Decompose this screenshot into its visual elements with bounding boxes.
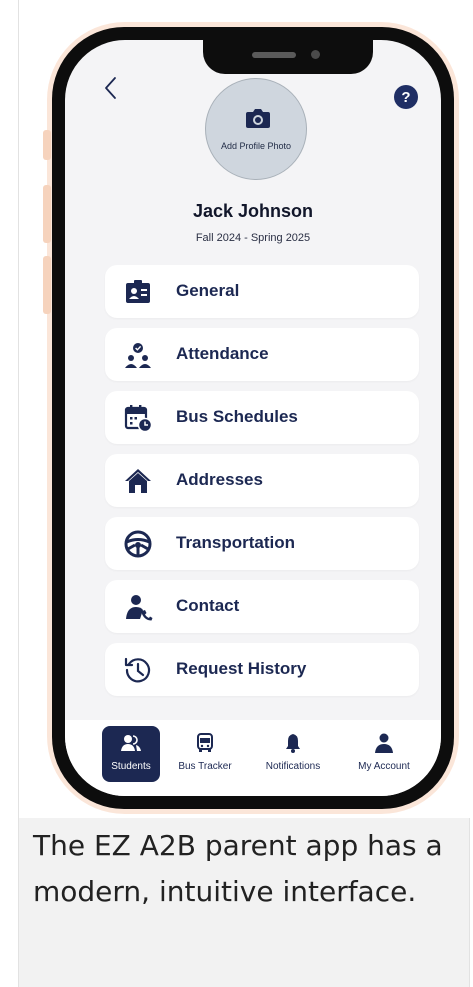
house-icon [125, 469, 151, 493]
phone-side-button [43, 130, 51, 160]
question-mark-icon: ? [401, 88, 411, 106]
menu-item-bus-schedules[interactable]: Bus Schedules [105, 391, 419, 444]
tab-label: Notifications [265, 761, 321, 772]
bottom-tab-bar: Students Bus Tracker Notifications My Ac… [65, 720, 441, 796]
figure-card: ? Add Profile Photo Jack Johnson Fall 20… [18, 0, 471, 987]
person-icon [375, 733, 393, 753]
menu-item-label: General [176, 281, 240, 300]
menu-item-general[interactable]: General [105, 265, 419, 318]
tab-label: My Account [358, 761, 410, 772]
student-name: Jack Johnson [192, 201, 314, 221]
menu-item-attendance[interactable]: Attendance [105, 328, 419, 381]
phone-notch [203, 40, 373, 74]
menu-item-transportation[interactable]: Transportation [105, 517, 419, 570]
tab-bus-tracker[interactable]: Bus Tracker [170, 726, 240, 782]
bus-icon [197, 733, 213, 752]
menu-item-label: Contact [176, 596, 240, 615]
menu-item-contact[interactable]: Contact [105, 580, 419, 633]
tab-notifications[interactable]: Notifications [251, 726, 335, 782]
menu-item-label: Attendance [176, 344, 269, 363]
tab-students[interactable]: Students [102, 726, 160, 782]
tab-label: Students [111, 761, 151, 772]
camera-icon [246, 109, 270, 128]
menu-item-addresses[interactable]: Addresses [105, 454, 419, 507]
calendar-clock-icon [124, 405, 153, 433]
students-icon [121, 735, 141, 751]
speaker-grille [252, 52, 296, 58]
menu-item-request-history[interactable]: Request History [105, 643, 419, 696]
tab-my-account[interactable]: My Account [347, 726, 421, 782]
tab-label: Bus Tracker [178, 761, 232, 772]
app-screen: ? Add Profile Photo Jack Johnson Fall 20… [65, 40, 441, 796]
front-camera [311, 50, 320, 59]
back-button[interactable] [101, 75, 123, 101]
menu-item-label: Bus Schedules [176, 407, 298, 426]
add-profile-photo-label: Add Profile Photo [220, 141, 292, 151]
id-card-icon [126, 280, 150, 303]
chevron-left-icon [105, 77, 116, 99]
bell-icon [286, 734, 300, 753]
phone-side-button [43, 185, 51, 243]
add-profile-photo-button[interactable]: Add Profile Photo [205, 78, 307, 180]
phone-image-frame: ? Add Profile Photo Jack Johnson Fall 20… [19, 0, 471, 818]
figure-caption: The EZ A2B parent app has a modern, intu… [33, 829, 443, 908]
phone-side-button [43, 256, 51, 314]
history-icon [124, 657, 151, 683]
menu-item-label: Transportation [176, 533, 296, 552]
contact-phone-icon [126, 595, 153, 621]
help-button[interactable]: ? [394, 85, 418, 109]
school-term: Fall 2024 - Spring 2025 [195, 232, 311, 244]
attendance-group-icon [125, 343, 151, 368]
menu-item-label: Addresses [176, 470, 263, 489]
steering-wheel-icon [124, 530, 152, 558]
menu-item-label: Request History [176, 659, 307, 678]
